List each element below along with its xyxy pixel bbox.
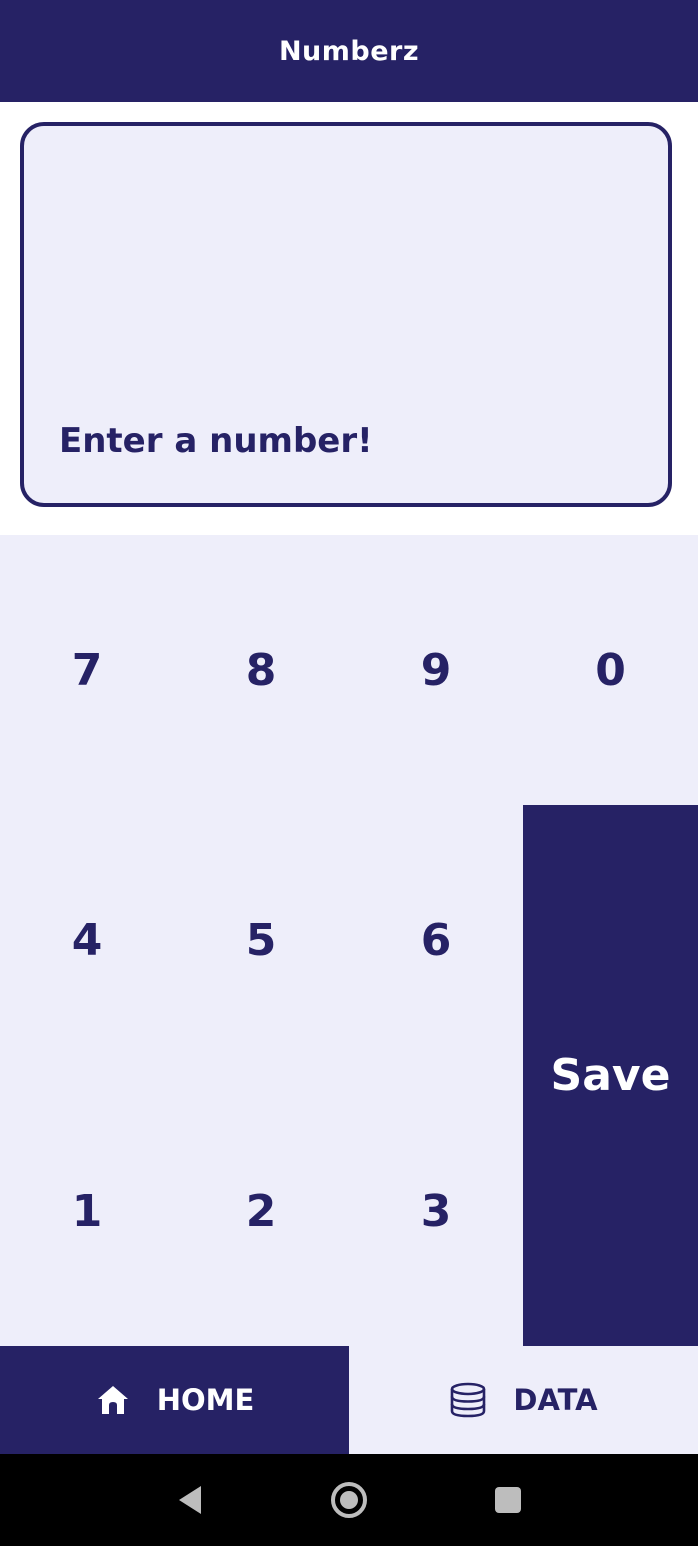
key-5[interactable]: 5 — [174, 805, 348, 1075]
save-button[interactable]: Save — [523, 805, 698, 1346]
nav-item-home[interactable]: HOME — [0, 1346, 349, 1454]
nav-item-data[interactable]: DATA — [349, 1346, 698, 1454]
key-7[interactable]: 7 — [0, 535, 174, 805]
key-3[interactable]: 3 — [349, 1076, 523, 1346]
top-app-bar: Numberz — [0, 0, 698, 102]
app-title: Numberz — [278, 35, 420, 67]
key-2[interactable]: 2 — [174, 1076, 348, 1346]
display-placeholder: Enter a number! — [59, 421, 373, 461]
home-circle-icon[interactable] — [329, 1480, 369, 1520]
key-9[interactable]: 9 — [349, 535, 523, 805]
home-icon — [95, 1382, 131, 1418]
system-navigation-bar — [0, 1454, 698, 1546]
key-1[interactable]: 1 — [0, 1076, 174, 1346]
database-icon — [449, 1381, 487, 1419]
key-8[interactable]: 8 — [174, 535, 348, 805]
recents-square-icon[interactable] — [488, 1480, 528, 1520]
number-display: Enter a number! — [20, 122, 672, 507]
nav-item-data-label: DATA — [513, 1383, 598, 1417]
keypad: 7 8 9 0 4 5 6 1 2 3 Save — [0, 535, 698, 1346]
key-0[interactable]: 0 — [523, 535, 698, 805]
key-4[interactable]: 4 — [0, 805, 174, 1075]
back-triangle-icon[interactable] — [170, 1480, 210, 1520]
bottom-navigation: HOME DATA — [0, 1346, 698, 1454]
nav-item-home-label: HOME — [156, 1383, 255, 1417]
app-root: Numberz Enter a number! 7 8 9 0 4 5 6 1 … — [0, 0, 698, 1546]
key-6[interactable]: 6 — [349, 805, 523, 1075]
display-area: Enter a number! — [0, 102, 698, 535]
